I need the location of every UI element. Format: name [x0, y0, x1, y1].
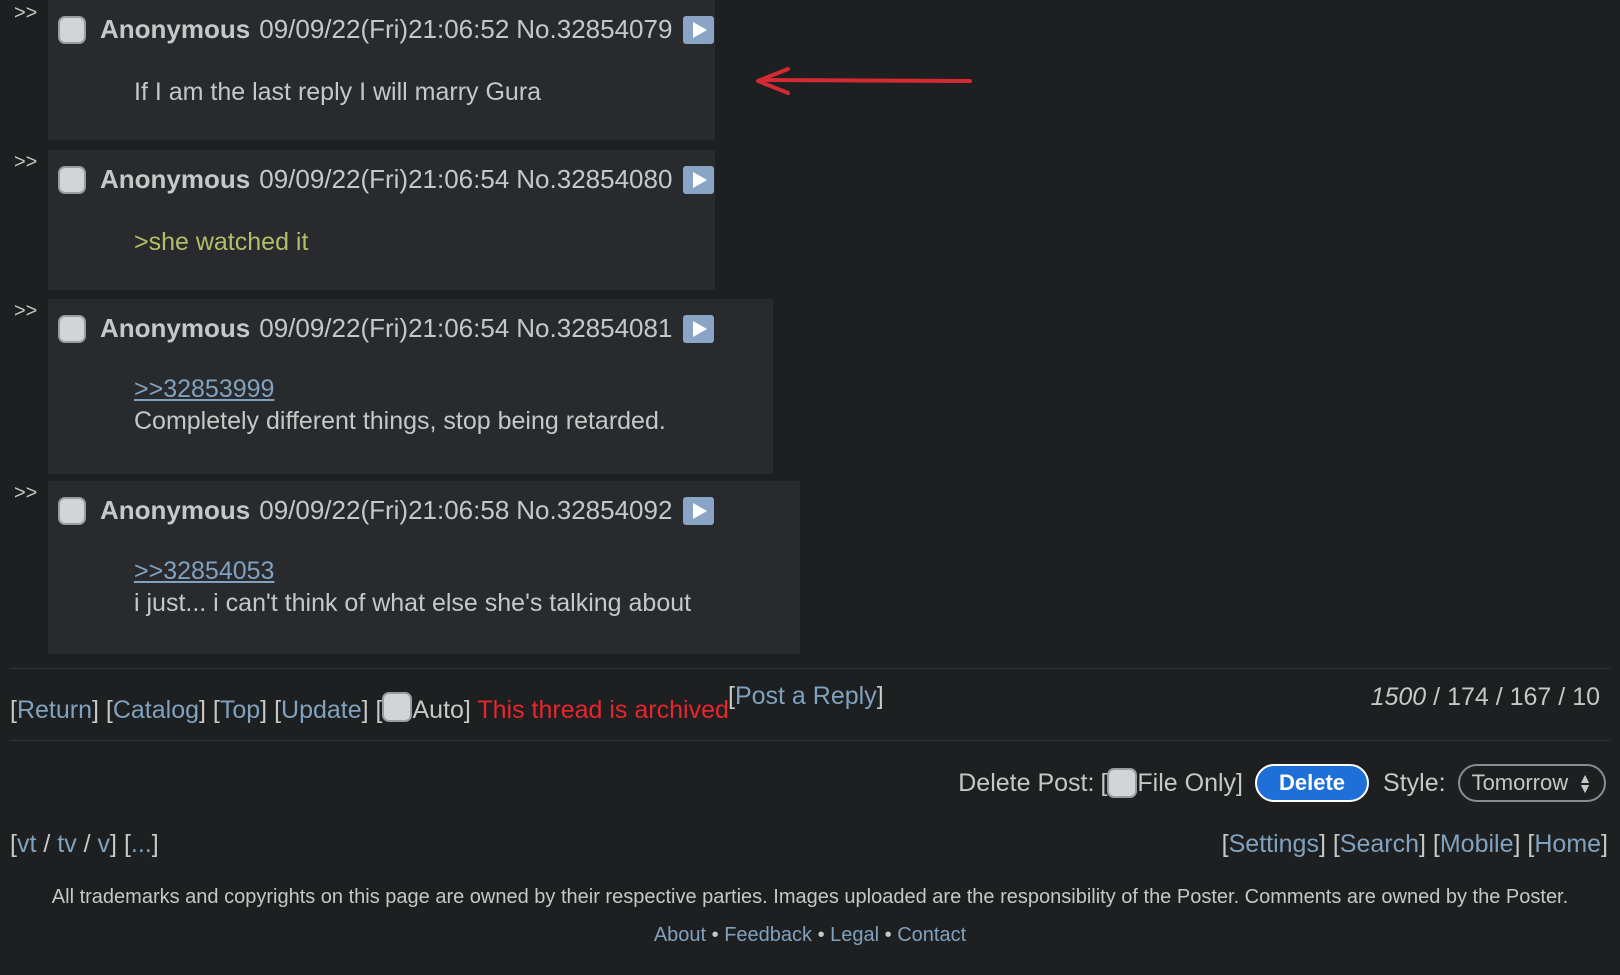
poster-name: Anonymous	[100, 495, 251, 525]
reply-marker: >>	[14, 2, 38, 24]
post-datetime: 09/09/22(Fri)21:06:52	[259, 14, 510, 44]
reply-marker: >>	[14, 482, 38, 504]
post-number[interactable]: No.32854081	[516, 313, 672, 344]
post-reply-nav: [Post a Reply]	[728, 682, 884, 710]
delete-post-label: Delete Post:	[958, 768, 1095, 797]
divider	[10, 668, 1610, 669]
image-count: 174	[1447, 683, 1489, 711]
style-select[interactable]: Tomorrow ▲ ▼	[1457, 764, 1606, 802]
red-arrow-annotation	[756, 67, 972, 95]
contact-link[interactable]: Contact	[897, 924, 966, 946]
feedback-link[interactable]: Feedback	[724, 924, 812, 946]
post-datetime: 09/09/22(Fri)21:06:58	[259, 495, 510, 525]
footer-links: About • Feedback • Legal • Contact	[653, 924, 967, 946]
settings-link[interactable]: Settings	[1229, 830, 1319, 858]
post-menu-icon[interactable]	[683, 496, 715, 525]
post-select-checkbox[interactable]	[58, 15, 86, 44]
reply-post: Anonymous 09/09/22(Fri)21:06:52 No.32854…	[48, 0, 715, 140]
update-link[interactable]: Update	[281, 696, 362, 724]
poster-name: Anonymous	[100, 164, 251, 194]
post-datetime: 09/09/22(Fri)21:06:54	[259, 313, 510, 343]
post-number[interactable]: No.32854080	[516, 164, 672, 195]
board-link[interactable]: v	[98, 830, 111, 858]
reply-count: 1500	[1370, 683, 1427, 711]
post-message: If I am the last reply I will marry Gura	[134, 78, 542, 106]
post-number[interactable]: No.32854079	[516, 14, 672, 45]
post-datetime: 09/09/22(Fri)21:06:54	[259, 164, 510, 194]
post-menu-icon[interactable]	[683, 314, 715, 343]
archived-notice: This thread is archived	[477, 696, 729, 724]
style-label: Style:	[1383, 768, 1446, 797]
post-select-checkbox[interactable]	[58, 496, 86, 525]
auto-update-checkbox[interactable]	[382, 692, 413, 722]
board-link[interactable]: vt	[17, 830, 36, 858]
quote-link[interactable]: >>32854053	[134, 555, 691, 587]
return-link[interactable]: Return	[17, 696, 92, 724]
top-link[interactable]: Top	[220, 696, 260, 724]
post-message: Completely different things, stop being …	[134, 407, 666, 435]
board-link[interactable]: tv	[57, 830, 76, 858]
thread-stats: 1500 / 174 / 167 / 10	[1370, 683, 1600, 711]
footer-disclaimer: All trademarks and copyrights on this pa…	[51, 886, 1569, 908]
post-greentext: >she watched it	[134, 228, 309, 256]
style-selected-value: Tomorrow	[1471, 770, 1569, 795]
post-number[interactable]: No.32854092	[516, 495, 672, 526]
poster-name: Anonymous	[100, 14, 251, 44]
page-number: 10	[1572, 683, 1600, 711]
post-select-checkbox[interactable]	[58, 165, 86, 194]
site-links: [Settings] [Search] [Mobile] [Home]	[1221, 830, 1608, 858]
post-menu-icon[interactable]	[683, 165, 715, 194]
post-select-checkbox[interactable]	[58, 314, 86, 343]
thread-nav: [Return] [Catalog] [Top] [Update] [Auto]…	[10, 692, 729, 725]
catalog-link[interactable]: Catalog	[113, 696, 199, 724]
delete-button[interactable]: Delete	[1254, 764, 1370, 802]
poster-count: 167	[1509, 683, 1552, 711]
auto-label: Auto	[412, 696, 464, 724]
about-link[interactable]: About	[654, 924, 706, 946]
quote-link[interactable]: >>32853999	[134, 373, 666, 405]
updown-chevron-icon: ▲ ▼	[1578, 770, 1592, 796]
legal-link[interactable]: Legal	[830, 924, 879, 946]
divider	[10, 740, 1610, 741]
search-link[interactable]: Search	[1340, 830, 1419, 858]
reply-post: Anonymous 09/09/22(Fri)21:06:54 No.32854…	[48, 150, 715, 290]
reply-post: Anonymous 09/09/22(Fri)21:06:54 No.32854…	[48, 299, 773, 474]
reply-post: Anonymous 09/09/22(Fri)21:06:58 No.32854…	[48, 481, 800, 654]
board-list: [vt / tv / v] [...]	[10, 830, 159, 858]
home-link[interactable]: Home	[1534, 830, 1601, 858]
reply-marker: >>	[14, 300, 38, 322]
file-only-checkbox[interactable]	[1107, 768, 1138, 798]
file-only-label: File Only	[1137, 768, 1237, 797]
post-reply-link[interactable]: Post a Reply	[735, 682, 877, 710]
delete-form: Delete Post: [ File Only] Delete Style: …	[958, 764, 1606, 802]
mobile-link[interactable]: Mobile	[1440, 830, 1514, 858]
poster-name: Anonymous	[100, 313, 251, 343]
post-menu-icon[interactable]	[683, 15, 715, 44]
more-boards-link[interactable]: ...	[131, 830, 152, 858]
reply-marker: >>	[14, 151, 38, 173]
post-message: i just... i can't think of what else she…	[134, 589, 692, 617]
